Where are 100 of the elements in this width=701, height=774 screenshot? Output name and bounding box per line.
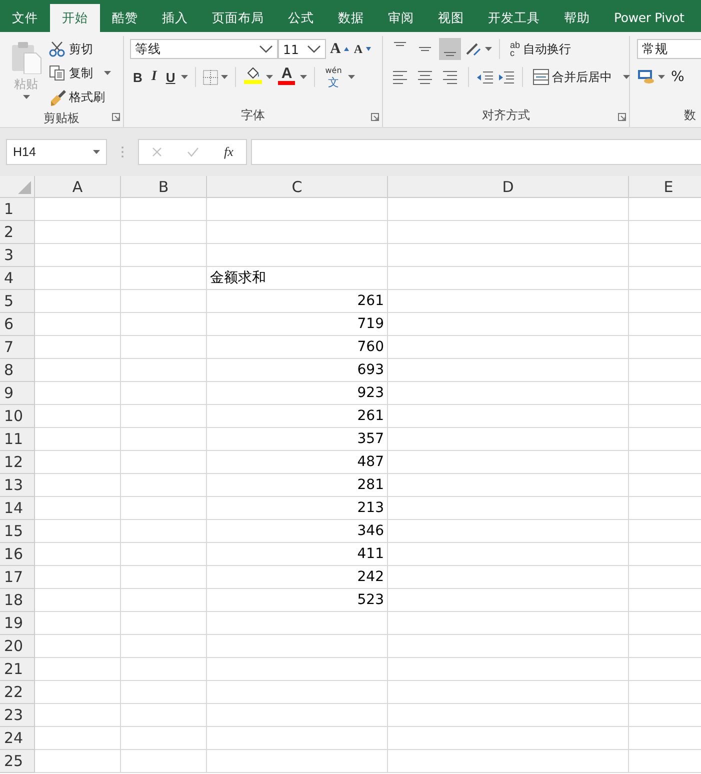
dialog-launcher-icon[interactable] [618, 113, 626, 121]
shrink-font-button[interactable]: A [352, 38, 372, 60]
dropdown-caret-icon[interactable] [93, 150, 100, 154]
row-header[interactable]: 3 [0, 244, 35, 267]
font-color-button[interactable]: A [276, 66, 298, 88]
row-header[interactable]: 8 [0, 359, 35, 382]
row-header[interactable]: 15 [0, 520, 35, 543]
row-header[interactable]: 5 [0, 290, 35, 313]
table-cell: 281 [207, 474, 388, 497]
dropdown-caret-icon[interactable] [221, 75, 228, 79]
row-header[interactable]: 17 [0, 566, 35, 589]
ribbon-tab[interactable]: 文件 [0, 4, 50, 32]
number-format-field[interactable]: 常规 [637, 39, 701, 59]
row-header[interactable]: 23 [0, 704, 35, 727]
dropdown-caret-icon[interactable] [485, 47, 492, 51]
dropdown-caret-icon[interactable] [348, 75, 355, 79]
dialog-launcher-icon[interactable] [112, 113, 120, 121]
column-header[interactable]: D [388, 176, 629, 198]
dropdown-caret-icon[interactable] [658, 75, 665, 79]
italic-button[interactable]: I [148, 66, 160, 88]
group-label: 对齐方式 [482, 107, 530, 124]
row-header[interactable]: 19 [0, 612, 35, 635]
font-name-field[interactable]: 等线 [130, 39, 278, 59]
font-size-field[interactable]: 11 [278, 39, 326, 59]
ribbon-tab[interactable]: 帮助 [552, 4, 602, 32]
dropdown-caret-icon[interactable] [300, 75, 308, 79]
bold-button[interactable]: B [130, 66, 146, 88]
group-label: 数 [684, 107, 696, 124]
drag-handle-icon[interactable] [121, 146, 124, 158]
row-header[interactable]: 24 [0, 727, 35, 750]
row-header[interactable]: 20 [0, 635, 35, 658]
table-cell: 523 [207, 589, 388, 612]
dialog-launcher-icon[interactable] [371, 113, 379, 121]
table-cell: 金额求和 [207, 267, 388, 290]
row-header[interactable]: 16 [0, 543, 35, 566]
row-header[interactable]: 11 [0, 428, 35, 451]
merge-cells-icon [533, 69, 549, 85]
underline-button[interactable]: U [162, 66, 178, 88]
row-header[interactable]: 25 [0, 750, 35, 773]
ribbon-tab[interactable]: 视图 [426, 4, 476, 32]
ribbon-tab[interactable]: 公式 [276, 4, 326, 32]
ribbon-tab[interactable]: 插入 [150, 4, 200, 32]
name-box[interactable]: H14 [6, 139, 107, 165]
table-cell: 923 [207, 382, 388, 405]
ribbon-tab[interactable]: 开发工具 [476, 4, 552, 32]
dropdown-caret-icon[interactable] [104, 71, 111, 75]
row-header[interactable]: 6 [0, 313, 35, 336]
column-header[interactable]: A [35, 176, 121, 198]
merge-center-button[interactable]: 合并后居中 [530, 66, 633, 88]
chevron-down-icon [259, 45, 273, 53]
row-header[interactable]: 9 [0, 382, 35, 405]
borders-icon[interactable] [203, 70, 218, 84]
row-header[interactable]: 1 [0, 198, 35, 221]
copy-button[interactable]: 复制 [69, 64, 93, 82]
row-header[interactable]: 12 [0, 451, 35, 474]
row-header[interactable]: 21 [0, 658, 35, 681]
row-header[interactable]: 13 [0, 474, 35, 497]
percent-style-button[interactable]: % [668, 66, 688, 88]
dropdown-caret-icon[interactable] [623, 75, 630, 79]
increase-indent-icon[interactable] [497, 69, 515, 85]
table-cell: 760 [207, 336, 388, 359]
row-header[interactable]: 10 [0, 405, 35, 428]
format-painter-button[interactable]: 格式刷 [69, 88, 105, 106]
paste-icon [10, 40, 42, 74]
formula-input[interactable] [251, 139, 701, 165]
currency-format-icon[interactable] [637, 69, 655, 85]
column-header[interactable]: B [121, 176, 207, 198]
phonetic-guide-button[interactable]: wén 文 [322, 66, 345, 88]
row-header[interactable]: 4 [0, 267, 35, 290]
ribbon-tab[interactable]: 页面布局 [200, 4, 276, 32]
ribbon-tab[interactable]: 数据 [326, 4, 376, 32]
ribbon-tab[interactable]: 开始 [50, 4, 100, 32]
row-header[interactable]: 18 [0, 589, 35, 612]
table-cell: 242 [207, 566, 388, 589]
cut-button[interactable]: 剪切 [69, 40, 93, 58]
table-cell: 357 [207, 428, 388, 451]
align-bottom-button[interactable] [439, 38, 461, 60]
caret-down-icon [366, 47, 371, 51]
grow-font-button[interactable]: A [329, 38, 350, 60]
align-lines-icon [444, 52, 456, 56]
decrease-indent-icon[interactable] [476, 69, 494, 85]
row-header[interactable]: 2 [0, 221, 35, 244]
row-header[interactable]: 22 [0, 681, 35, 704]
column-header[interactable]: E [629, 176, 701, 198]
dropdown-caret-icon[interactable] [266, 75, 274, 79]
row-header[interactable]: 7 [0, 336, 35, 359]
row-header[interactable]: 14 [0, 497, 35, 520]
ribbon-tab[interactable]: 审阅 [376, 4, 426, 32]
text-orientation-icon[interactable] [464, 41, 482, 57]
copy-icon [49, 64, 66, 82]
table-cell: 719 [207, 313, 388, 336]
ribbon-tab[interactable]: Power Pivot [602, 4, 684, 32]
insert-function-button[interactable]: fx [224, 144, 234, 160]
table-cell: 487 [207, 451, 388, 474]
dropdown-caret-icon[interactable] [22, 95, 30, 99]
dropdown-caret-icon[interactable] [181, 75, 188, 79]
table-cell: 261 [207, 405, 388, 428]
column-header[interactable]: C [207, 176, 388, 198]
ribbon-tab[interactable]: 酷赞 [100, 4, 150, 32]
chevron-down-icon [307, 45, 321, 53]
